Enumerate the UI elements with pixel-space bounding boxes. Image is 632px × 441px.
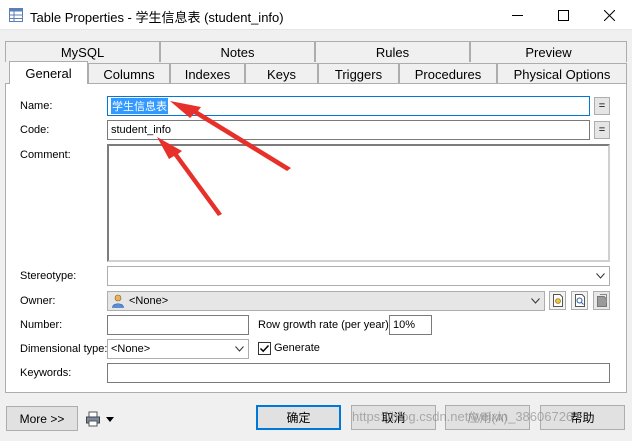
owner-select-button[interactable]: [571, 291, 588, 310]
close-icon: [603, 9, 615, 21]
more-button[interactable]: More >>: [6, 406, 78, 431]
tab-row-bottom: General Columns Indexes Keys Triggers Pr…: [5, 61, 627, 84]
browse-icon: [574, 294, 585, 307]
row-growth-value: 10%: [393, 319, 416, 331]
clear-icon: [596, 294, 607, 307]
owner-properties-button[interactable]: [549, 291, 566, 310]
row-growth-field[interactable]: 10%: [389, 315, 432, 335]
tab-triggers[interactable]: Triggers: [318, 63, 399, 84]
number-label: Number:: [20, 319, 63, 331]
user-icon: [112, 294, 124, 308]
tab-physical-options[interactable]: Physical Options: [497, 63, 627, 84]
code-label: Code:: [20, 124, 50, 136]
dimensional-type-label: Dimensional type:: [20, 343, 108, 355]
tab-general[interactable]: General: [9, 61, 88, 84]
tab-mysql[interactable]: MySQL: [5, 41, 160, 62]
owner-clear-button[interactable]: [593, 291, 610, 310]
code-value: student_info: [111, 124, 171, 136]
watermark-text: https://blog.csdn.net/weixin_38606726: [352, 409, 574, 424]
keywords-label: Keywords:: [20, 367, 72, 379]
maximize-button[interactable]: [540, 0, 586, 30]
tab-columns[interactable]: Columns: [88, 63, 170, 84]
ok-button[interactable]: 确定: [256, 405, 341, 430]
stereotype-label: Stereotype:: [20, 270, 77, 282]
properties-icon: [552, 294, 563, 307]
name-equal-button[interactable]: =: [594, 97, 610, 115]
close-button[interactable]: [586, 0, 632, 30]
tab-indexes[interactable]: Indexes: [170, 63, 245, 84]
code-field[interactable]: student_info: [107, 120, 590, 140]
tab-preview[interactable]: Preview: [470, 41, 627, 62]
number-field[interactable]: [107, 315, 249, 335]
chevron-down-icon: [596, 273, 605, 279]
generate-label: Generate: [274, 342, 320, 354]
owner-value: <None>: [129, 295, 169, 307]
dimensional-type-select[interactable]: <None>: [107, 339, 249, 359]
generate-checkbox[interactable]: [258, 342, 271, 355]
tab-rules[interactable]: Rules: [315, 41, 470, 62]
comment-label: Comment:: [20, 149, 71, 161]
chevron-down-icon: [235, 346, 244, 352]
comment-textarea[interactable]: [107, 144, 610, 262]
name-field[interactable]: 学生信息表: [107, 96, 590, 116]
row-growth-label: Row growth rate (per year):: [258, 319, 392, 331]
name-label: Name:: [20, 100, 53, 112]
tab-row-top: MySQL Notes Rules Preview: [5, 41, 627, 62]
tab-procedures[interactable]: Procedures: [399, 63, 497, 84]
tab-keys[interactable]: Keys: [245, 63, 318, 84]
print-dropdown-button[interactable]: [85, 410, 119, 428]
owner-label: Owner:: [20, 295, 56, 307]
title-bar: Table Properties - 学生信息表 (student_info): [0, 0, 632, 30]
print-icon: [86, 411, 100, 427]
owner-select[interactable]: <None>: [107, 291, 545, 311]
table-icon: [9, 8, 23, 22]
maximize-icon: [557, 9, 569, 21]
minimize-button[interactable]: [494, 0, 540, 30]
window-title: Table Properties - 学生信息表 (student_info): [30, 10, 284, 25]
code-equal-button[interactable]: =: [594, 121, 610, 139]
stereotype-select[interactable]: [107, 266, 610, 286]
keywords-field[interactable]: [107, 363, 610, 383]
checkmark-icon: [259, 344, 270, 353]
caret-down-icon: [106, 416, 114, 422]
chevron-down-icon: [531, 298, 540, 304]
dimensional-type-value: <None>: [111, 343, 151, 355]
minimize-icon: [511, 14, 523, 16]
name-value: 学生信息表: [111, 98, 168, 114]
tab-notes[interactable]: Notes: [160, 41, 315, 62]
